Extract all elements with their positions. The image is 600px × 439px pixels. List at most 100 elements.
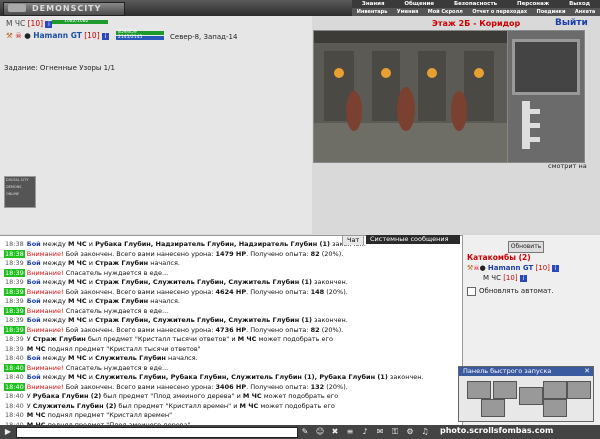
bell-icon[interactable]: ♪: [360, 427, 370, 437]
quick-slot[interactable]: [481, 399, 505, 417]
quick-slot[interactable]: [543, 381, 567, 399]
quick-slot[interactable]: [467, 381, 491, 399]
chat-text: М ЧС: [26, 411, 46, 419]
chat-text: Страж Глубин: [95, 297, 149, 305]
info-icon[interactable]: i: [552, 264, 560, 272]
chat-mode-icon[interactable]: ▶: [3, 427, 13, 437]
quick-slot[interactable]: [567, 381, 591, 399]
clan-icon: ●: [479, 264, 486, 272]
menu-profile[interactable]: Анкета: [575, 8, 595, 16]
info-icon[interactable]: i: [519, 274, 527, 282]
chat-text: и: [86, 278, 96, 286]
opponent-name[interactable]: Hamann GT: [33, 31, 82, 40]
chat-timestamp: 18:40: [5, 411, 24, 419]
menu-transitions-report[interactable]: Отчет о переходах: [472, 8, 527, 16]
chat-text[interactable]: Бой: [27, 316, 41, 324]
tab-chat[interactable]: Чат: [342, 235, 365, 245]
close-icon[interactable]: ✕: [584, 367, 590, 376]
chat-timestamp: 18:39: [4, 306, 25, 315]
player-row-name[interactable]: Hamann GT: [488, 264, 533, 272]
chat-text: Бой закончен. Всего вами нанесено урона:: [63, 287, 216, 296]
chat-text: 132: [310, 382, 325, 391]
quick-slot[interactable]: [493, 381, 517, 399]
chat-timestamp: 18:40: [5, 373, 24, 381]
chat-text: Внимание!: [26, 268, 64, 277]
status-panel: М ЧС [10] i 1082/1082 ⚒ ☠ ● Hamann GT [1…: [0, 16, 312, 234]
menu-security[interactable]: Безопасность: [454, 0, 497, 8]
settings-icon[interactable]: ⚙: [405, 427, 415, 437]
chat-text[interactable]: Бой: [27, 259, 41, 267]
chat-text: между: [40, 354, 68, 362]
chat-text: закончен.: [387, 373, 424, 381]
menu-my-scroll[interactable]: Мой Скролл: [428, 8, 463, 16]
lock-icon[interactable]: ⚿: [390, 427, 400, 437]
info-icon[interactable]: i: [102, 32, 110, 40]
minimap-panel[interactable]: [507, 30, 585, 163]
player-row[interactable]: М ЧС [10] i: [483, 274, 527, 282]
chat-timestamp: 18:39: [4, 287, 25, 296]
chat-text[interactable]: Бой: [27, 354, 41, 362]
chat-text[interactable]: Бой: [27, 278, 41, 286]
chat-timestamp: 18:40: [4, 363, 25, 372]
chat-log[interactable]: 18:38 Бой между М ЧС и Рубака Глубин, Над…: [0, 235, 462, 426]
mail-icon[interactable]: ✉: [375, 427, 385, 437]
auto-refresh-checkbox[interactable]: [467, 287, 476, 296]
chat-text: поднял предмет "Кристалл тысячи ответов": [45, 344, 201, 353]
chat-text[interactable]: Бой: [27, 297, 41, 305]
send-icon[interactable]: ✎: [300, 427, 310, 437]
minimap-thumbnail[interactable]: [512, 39, 580, 95]
chat-timestamp: 18:40: [5, 401, 24, 410]
chat-text: закончен.: [311, 278, 348, 286]
location-scene[interactable]: [313, 30, 508, 163]
opponent-info: ⚒ ☠ ● Hamann GT [10] i: [6, 31, 110, 40]
corridor-map: [522, 101, 540, 149]
refresh-button[interactable]: Обновить: [508, 241, 544, 253]
watching-label: смотрит на: [548, 162, 587, 170]
chat-text: между: [40, 316, 68, 324]
chat-text: и: [86, 373, 96, 381]
chat-input[interactable]: [16, 427, 298, 438]
chat-text: между: [40, 373, 68, 381]
chat-text: и: [86, 316, 96, 324]
chat-text: Внимание!: [26, 382, 64, 391]
smiley-icon[interactable]: ☺: [315, 427, 325, 437]
player-row[interactable]: ⚒☠● Hamann GT [10] i: [467, 264, 560, 272]
chat-text[interactable]: Бой: [27, 373, 41, 381]
menu-inventory[interactable]: Инвентарь: [357, 8, 388, 16]
tab-system-messages[interactable]: Системные сообщения: [366, 235, 460, 244]
menu-fights[interactable]: Поединки: [537, 8, 566, 16]
menu-character[interactable]: Персонаж: [517, 0, 549, 8]
chat-text: и: [86, 297, 96, 305]
quick-slot[interactable]: [519, 387, 543, 405]
chat-text: Внимание!: [26, 363, 64, 372]
exit-link[interactable]: Выйти: [555, 18, 588, 28]
chat-text: Внимание!: [26, 249, 64, 258]
menu-knowledge[interactable]: Знания: [362, 0, 385, 8]
chat-text: Внимание!: [26, 306, 64, 315]
chat-message: 18:39 М ЧС поднял предмет "Кристалл тысяч…: [4, 345, 201, 353]
opponent-mp-text: 2145/2145: [118, 35, 143, 40]
player-info: М ЧС [10] i: [6, 19, 53, 28]
chat-text: (20%).: [324, 382, 348, 391]
chat-text[interactable]: Бой: [27, 240, 41, 248]
filter-icon[interactable]: ≡: [345, 427, 355, 437]
chat-text: Служитель Глубин: [95, 354, 166, 362]
logo: DEMONSCITY: [3, 2, 125, 16]
menu-communication[interactable]: Общение: [404, 0, 434, 8]
clear-icon[interactable]: ✖: [330, 427, 340, 437]
chat-message: 18:39 У Страж Глубин был предмет "Кристал…: [4, 335, 333, 343]
chat-timestamp: 18:40: [4, 382, 25, 391]
quick-slot[interactable]: [543, 399, 567, 417]
chat-message: 18:39 Внимание! Спасатель нуждается в еде…: [4, 306, 168, 315]
chat-text: начался.: [165, 354, 198, 362]
menu-skills[interactable]: Умения: [397, 8, 419, 16]
player-name[interactable]: М ЧС: [6, 19, 25, 28]
chat-text: (20%).: [324, 287, 348, 296]
chat-text: и: [86, 240, 96, 248]
player-row-name[interactable]: М ЧС: [483, 274, 501, 282]
menu-exit[interactable]: Выход: [569, 0, 590, 8]
chat-text: М ЧС: [67, 297, 87, 305]
top-bar: DEMONSCITY Знания Общение Безопасность П…: [0, 0, 600, 16]
chat-text: Бой закончен. Всего вами нанесено урона:: [63, 382, 216, 391]
music-icon[interactable]: ♫: [420, 427, 430, 437]
